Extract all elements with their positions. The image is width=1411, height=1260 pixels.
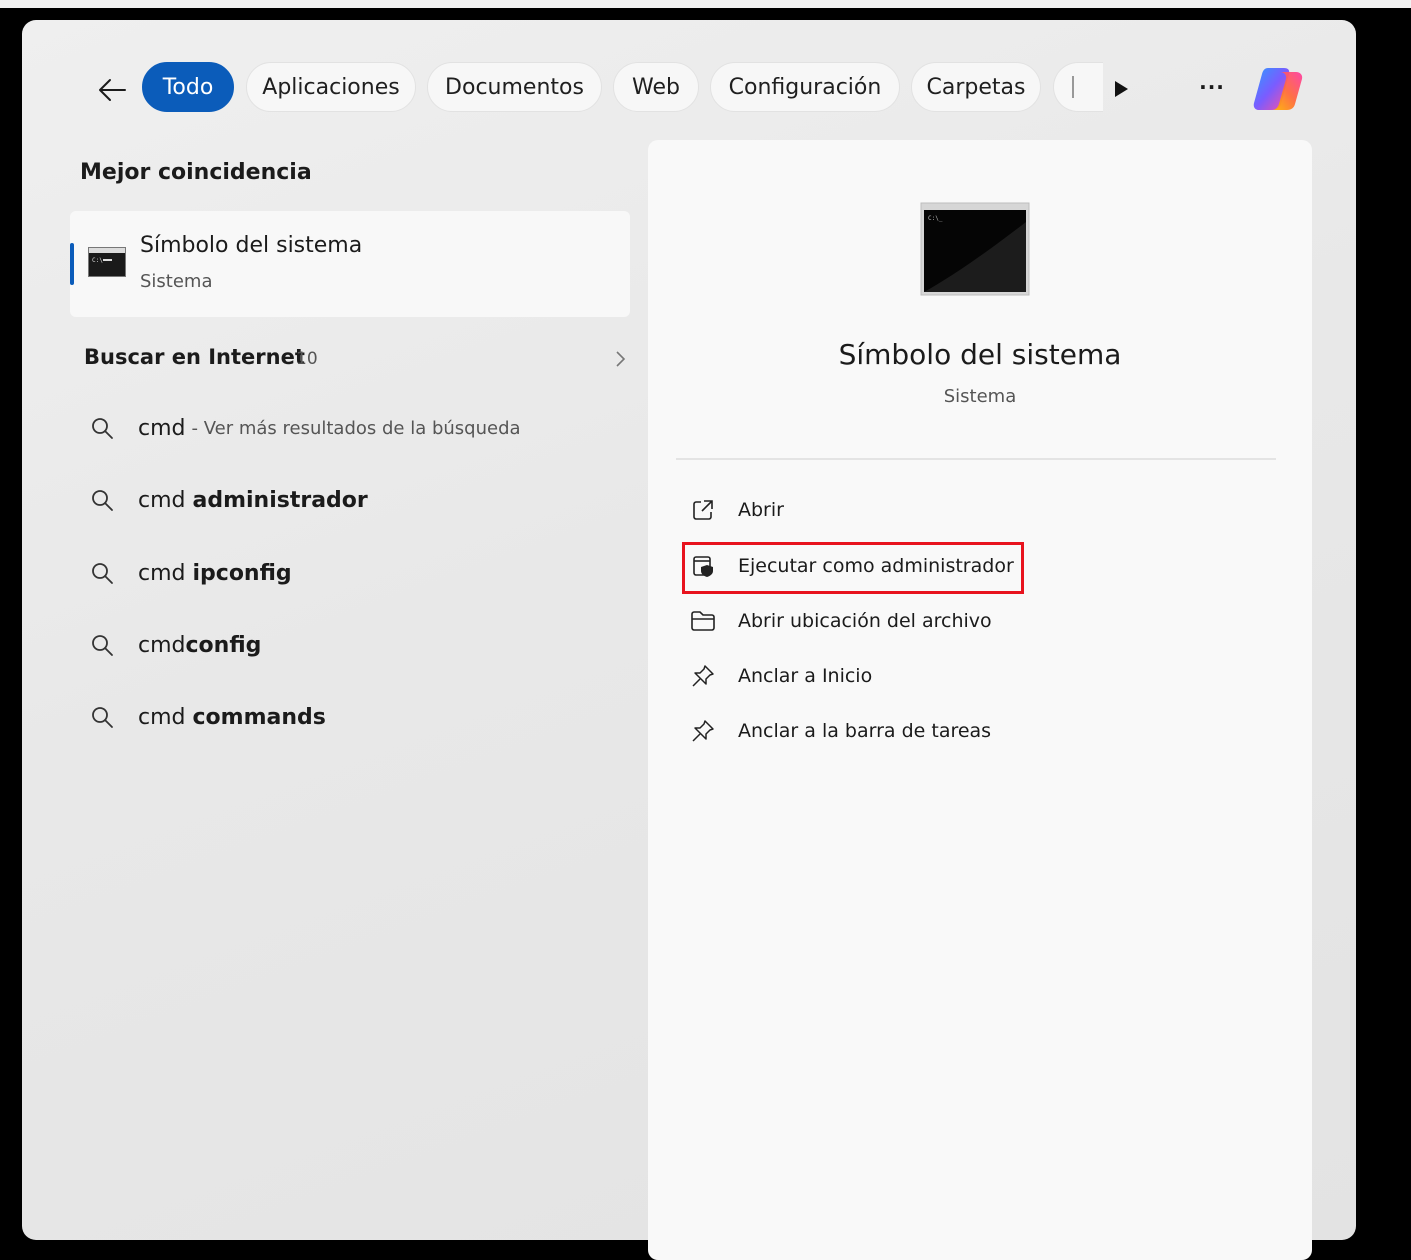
search-icon xyxy=(90,633,114,657)
search-result-text: cmd administrador xyxy=(138,487,368,513)
chip-truncated-edge xyxy=(1072,76,1074,98)
svg-text:C:\_: C:\_ xyxy=(928,215,943,222)
search-result-text: cmd commands xyxy=(138,704,326,730)
back-arrow-icon[interactable] xyxy=(92,72,132,108)
filter-chip-web[interactable]: Web xyxy=(613,62,699,112)
desktop-top-strip xyxy=(0,0,1411,8)
action-open[interactable]: Abrir xyxy=(688,490,784,530)
action-pin-to-start[interactable]: Anclar a Inicio xyxy=(688,656,872,696)
search-result-item[interactable]: cmd ipconfig xyxy=(90,551,630,595)
search-icon xyxy=(90,705,114,729)
preview-title: Símbolo del sistema xyxy=(838,338,1122,371)
pin-icon xyxy=(688,661,718,691)
preview-panel: C:\_ Símbolo del sistema Sistema Abrir E… xyxy=(648,140,1312,1260)
filter-chip-carpetas[interactable]: Carpetas xyxy=(911,62,1041,112)
search-result-text: cmd ipconfig xyxy=(138,560,292,586)
action-label: Anclar a la barra de tareas xyxy=(738,720,992,742)
best-match-heading: Mejor coincidencia xyxy=(80,160,312,185)
action-pin-to-taskbar[interactable]: Anclar a la barra de tareas xyxy=(688,711,991,751)
scroll-right-play-icon[interactable] xyxy=(1108,76,1134,102)
search-result-item[interactable]: cmd administrador xyxy=(90,478,630,522)
search-result-text: cmd xyxy=(138,415,186,441)
web-search-count: 10 xyxy=(296,349,318,369)
search-result-item[interactable]: cmd commands xyxy=(90,695,630,739)
command-prompt-icon: C:\ xyxy=(88,247,126,277)
chevron-right-icon[interactable] xyxy=(610,349,630,369)
pin-icon xyxy=(688,716,718,746)
command-prompt-large-icon: C:\_ xyxy=(920,202,1030,296)
search-result-item[interactable]: cmd - Ver más resultados de la búsqueda xyxy=(90,406,630,450)
search-icon xyxy=(90,561,114,585)
action-label: Abrir ubicación del archivo xyxy=(738,610,992,632)
action-open-file-location[interactable]: Abrir ubicación del archivo xyxy=(688,601,992,641)
best-match-item[interactable]: C:\ Símbolo del sistema Sistema xyxy=(70,211,630,317)
search-window: Todo Aplicaciones Documentos Web Configu… xyxy=(22,20,1356,1260)
search-result-item[interactable]: cmdconfig xyxy=(90,623,630,667)
web-search-label: Buscar en Internet xyxy=(84,345,305,369)
best-match-name: Símbolo del sistema xyxy=(140,233,363,258)
filter-chip-aplicaciones[interactable]: Aplicaciones xyxy=(246,62,416,112)
open-external-icon xyxy=(688,495,718,525)
web-search-header[interactable]: Buscar en Internet 10 xyxy=(84,345,630,385)
highlight-box xyxy=(682,542,1024,594)
preview-divider xyxy=(676,458,1276,460)
best-match-kind: Sistema xyxy=(140,271,213,292)
filter-chip-todo[interactable]: Todo xyxy=(142,62,234,112)
search-result-subtext: - Ver más resultados de la búsqueda xyxy=(191,417,521,439)
copilot-logo-icon[interactable] xyxy=(1250,64,1306,114)
action-label: Abrir xyxy=(738,499,784,521)
filter-chip-documentos[interactable]: Documentos xyxy=(427,62,602,112)
search-icon xyxy=(90,416,114,440)
more-options-icon[interactable]: ··· xyxy=(1194,72,1230,102)
svg-text:C:\: C:\ xyxy=(92,257,103,264)
folder-icon xyxy=(688,606,718,636)
filter-chip-configuracion[interactable]: Configuración xyxy=(710,62,900,112)
search-icon xyxy=(90,488,114,512)
selection-indicator xyxy=(70,243,74,285)
action-label: Anclar a Inicio xyxy=(738,665,873,687)
search-result-text: cmdconfig xyxy=(138,632,262,658)
filter-chip-truncated[interactable] xyxy=(1053,62,1103,112)
preview-kind: Sistema xyxy=(943,386,1017,407)
